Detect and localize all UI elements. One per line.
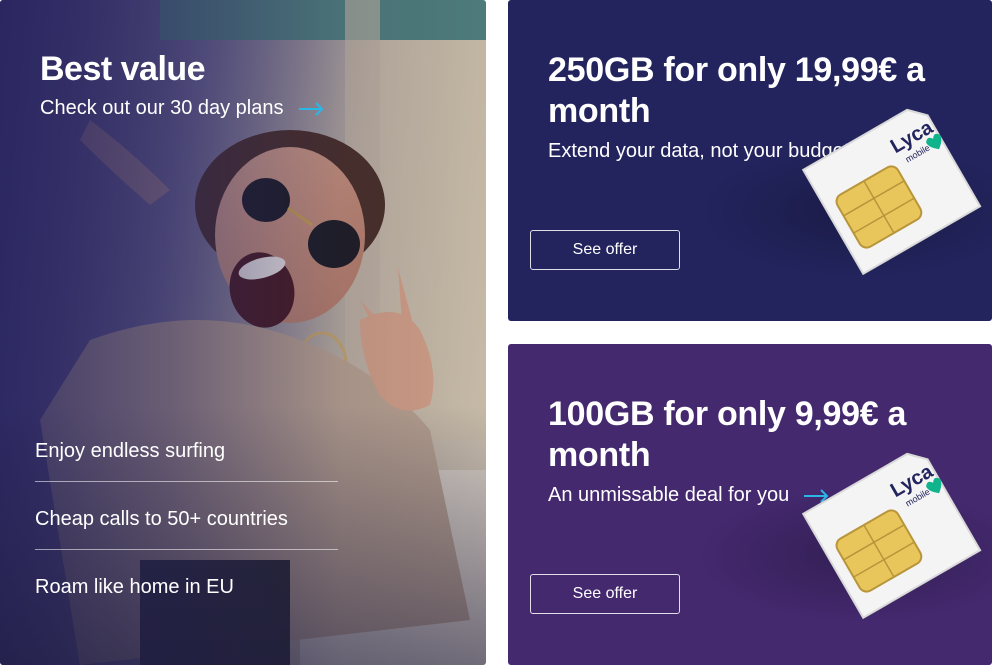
hero-title: Best value xyxy=(40,50,206,88)
sim-card-image: Lyca mobile xyxy=(801,452,982,620)
sim-card-image: Lyca mobile xyxy=(801,108,982,276)
offer-subtitle: An unmissable deal for you xyxy=(548,484,790,506)
feature-item: Cheap calls to 50+ countries xyxy=(35,498,338,550)
offer-card-250gb[interactable]: 250GB for only 19,99€ a month Extend you… xyxy=(508,0,992,321)
offer-subtitle-link[interactable]: An unmissable deal for you xyxy=(548,484,829,507)
feature-item: Roam like home in EU xyxy=(35,576,234,598)
hero-card-best-value[interactable]: Best value Check out our 30 day plans En… xyxy=(0,0,486,665)
arrow-right-icon xyxy=(298,101,323,116)
hero-link-text: Check out our 30 day plans xyxy=(40,97,284,119)
hero-plans-link[interactable]: Check out our 30 day plans xyxy=(40,97,324,120)
see-offer-button[interactable]: See offer xyxy=(530,230,680,270)
see-offer-button[interactable]: See offer xyxy=(530,574,680,614)
offer-card-100gb[interactable]: 100GB for only 9,99€ a month An unmissab… xyxy=(508,344,992,665)
feature-item: Enjoy endless surfing xyxy=(35,430,338,482)
feature-list: Enjoy endless surfing Cheap calls to 50+… xyxy=(35,430,338,633)
